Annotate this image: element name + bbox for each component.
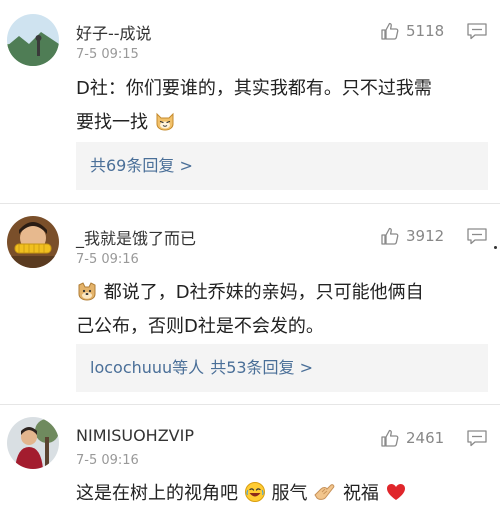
comment-text-line: D社：你们要谁的，其实我都有。只不过我需 — [76, 78, 432, 99]
like-count: 2461 — [406, 429, 445, 447]
reply-count-label: 共69条回复 > — [90, 156, 193, 175]
decorative-dot — [494, 246, 497, 249]
view-replies-link[interactable]: locochuuu等人 共53条回复 > — [76, 344, 488, 392]
comment-text-line: 这是在树上的视角吧 服气 祝福 — [76, 477, 488, 511]
red-heart-emoji — [386, 484, 405, 500]
comment-text-line: 要找一找 — [76, 106, 488, 140]
thumbs-up-icon — [381, 22, 399, 40]
person-by-tree-avatar[interactable] — [7, 417, 59, 469]
laughing-crying-emoji — [244, 482, 265, 502]
comment-bubble-icon[interactable] — [466, 22, 488, 40]
like-button[interactable]: 5118 — [380, 20, 444, 42]
timestamp: 7-5 09:15 — [76, 47, 139, 62]
comment-item: 好子--成说 7-5 09:15 5118 D社：你们要谁的，其实我都有。只不过… — [0, 0, 500, 205]
reply-count-label: 共53条回复 > — [210, 358, 314, 377]
like-count: 3912 — [406, 227, 445, 245]
landscape-avatar[interactable] — [7, 14, 59, 66]
username[interactable]: NIMISUOHZVIP — [76, 426, 194, 445]
thumbs-up-icon — [381, 429, 399, 447]
like-button[interactable]: 3912 — [380, 225, 444, 247]
comment-bubble-icon[interactable] — [466, 429, 488, 447]
comment-text-line: 都说了，D社乔妹的亲妈，只可能他俩自 — [76, 276, 488, 310]
comment-feed: 好子--成说 7-5 09:15 5118 D社：你们要谁的，其实我都有。只不过… — [0, 0, 500, 515]
reply-user-names: locochuuu等人 — [90, 358, 205, 377]
timestamp: 7-5 09:16 — [76, 453, 139, 468]
comment-text: D社：你们要谁的，其实我都有。只不过我需 要找一找 — [76, 72, 488, 140]
comment-text: 都说了，D社乔妹的亲妈，只可能他俩自 己公布，否则D社是不会发的。 — [76, 276, 488, 344]
fist-bump-emoji — [314, 484, 335, 500]
view-replies-link[interactable]: 共69条回复 > — [76, 142, 488, 190]
doge-emoji — [78, 282, 96, 301]
username[interactable]: 好子--成说 — [76, 20, 152, 44]
comment-text-line: 己公布，否则D社是不会发的。 — [76, 316, 324, 337]
username[interactable]: _我就是饿了而已 — [76, 225, 196, 249]
comment-item: _我就是饿了而已 7-5 09:16 3912 都说了，D社乔妹的亲妈，只可能他… — [0, 204, 500, 404]
comment-item: NIMISUOHZVIP 7-5 09:16 2461 这是在树上的视角吧 服气 — [0, 405, 500, 515]
person-eating-corn-avatar[interactable] — [7, 216, 59, 268]
comment-text: 这是在树上的视角吧 服气 祝福 — [76, 477, 488, 511]
thumbs-up-icon — [381, 227, 399, 245]
timestamp: 7-5 09:16 — [76, 252, 139, 267]
cat-face-emoji — [156, 112, 174, 131]
like-count: 5118 — [406, 22, 445, 40]
comment-bubble-icon[interactable] — [466, 227, 488, 245]
like-button[interactable]: 2461 — [380, 427, 444, 449]
